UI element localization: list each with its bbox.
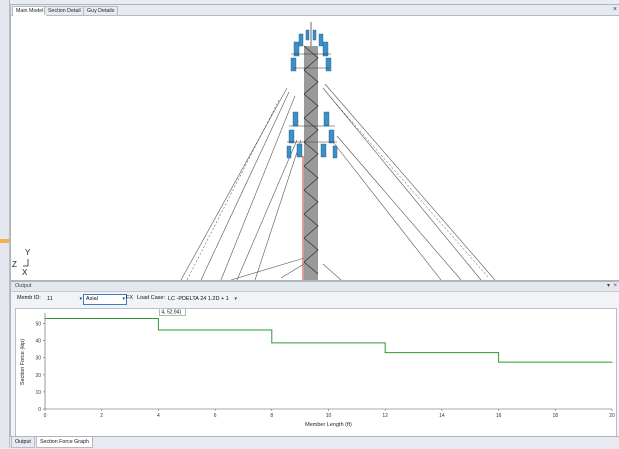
- data-point: [384, 352, 386, 354]
- y-tick-label: 10: [35, 390, 41, 396]
- axis-y-label: Y: [25, 248, 31, 257]
- y-tick-label: 20: [35, 373, 41, 379]
- close-icon[interactable]: ×: [613, 5, 617, 14]
- close-icon[interactable]: ×: [613, 282, 617, 291]
- tab-section-detail[interactable]: Section Detail: [44, 6, 85, 15]
- load-case-select[interactable]: LC -PDELTA 24 1.2D + 1 ▾: [165, 294, 239, 305]
- y-axis-title: Section Force (kip): [20, 339, 26, 385]
- section-force-chart: 0 10 20 30 40 50 0 2 4 6 8 10 12 14 16 18 20 Member Lengt…: [15, 308, 617, 437]
- x-tick-label: 20: [609, 413, 615, 419]
- tab-main-model[interactable]: Main Model: [12, 6, 48, 16]
- x-tick-label: 12: [382, 413, 388, 419]
- x-tick-label: 18: [553, 413, 559, 419]
- data-point: [157, 318, 159, 320]
- force-type-select[interactable]: Axial ▾: [83, 294, 127, 305]
- output-toolbar: Memb ID: 11 ▾ Axial ▾ FX Load Case: LC -…: [11, 292, 619, 305]
- tab-bar: Main Model Section Detail Guy Details ×: [11, 5, 619, 16]
- output-panel-title: Output: [11, 282, 619, 292]
- output-panel: Output ▾ × Memb ID: 11 ▾ Axial ▾ FX Load…: [10, 281, 619, 438]
- x-tick-label: 0: [44, 413, 47, 419]
- y-tick-label: 0: [38, 407, 41, 413]
- data-point: [498, 361, 500, 363]
- model-viewport[interactable]: Y Z X: [11, 16, 619, 280]
- memb-id-label: Memb ID:: [17, 295, 41, 301]
- dock-highlight: [0, 239, 9, 243]
- annotation-label: 4, 52.94): [161, 310, 181, 316]
- section-force-chart-svg: 0 10 20 30 40 50 0 2 4 6 8 10 12 14 16 18 20 Member Lengt…: [20, 309, 615, 428]
- y-tick-label: 50: [35, 322, 41, 328]
- memb-id-select[interactable]: 11 ▾: [44, 294, 84, 305]
- x-tick-label: 8: [270, 413, 273, 419]
- x-tick-label: 2: [100, 413, 103, 419]
- data-point: [611, 361, 613, 363]
- data-point: [384, 342, 386, 344]
- data-point: [271, 329, 273, 331]
- tower-model-drawing: [23, 22, 496, 280]
- fx-label: FX: [126, 295, 134, 301]
- axis-z-label: Z: [12, 260, 17, 269]
- chevron-down-icon: ▾: [122, 296, 125, 302]
- series-line: [45, 318, 612, 363]
- left-dock-strip: [0, 0, 10, 448]
- y-tick-label: 30: [35, 356, 41, 362]
- x-tick-label: 16: [496, 413, 502, 419]
- bottom-tab-bar: Output Section Force Graph: [10, 436, 619, 449]
- tab-output[interactable]: Output: [11, 437, 35, 448]
- memb-id-value: 11: [47, 296, 53, 302]
- tab-guy-details[interactable]: Guy Details: [83, 6, 119, 15]
- axis-x-label: X: [22, 268, 28, 277]
- data-point: [271, 342, 273, 344]
- tab-section-force-graph[interactable]: Section Force Graph: [36, 437, 93, 448]
- chevron-down-icon: ▾: [79, 296, 82, 302]
- x-tick-label: 14: [439, 413, 445, 419]
- x-tick-label: 10: [326, 413, 332, 419]
- x-tick-label: 6: [214, 413, 217, 419]
- load-case-label: Load Case:: [137, 295, 166, 301]
- x-tick-label: 4: [157, 413, 160, 419]
- data-point: [498, 352, 500, 354]
- model-panel: Main Model Section Detail Guy Details ×: [10, 4, 619, 281]
- data-point: [157, 329, 159, 331]
- pin-icon[interactable]: ▾: [607, 282, 610, 291]
- data-point: [44, 318, 46, 320]
- chevron-down-icon: ▾: [234, 296, 237, 302]
- y-tick-label: 40: [35, 339, 41, 345]
- x-axis-title: Member Length (ft): [305, 422, 352, 428]
- force-type-value: Axial: [86, 296, 98, 302]
- load-case-value: LC -PDELTA 24 1.2D + 1: [168, 296, 229, 302]
